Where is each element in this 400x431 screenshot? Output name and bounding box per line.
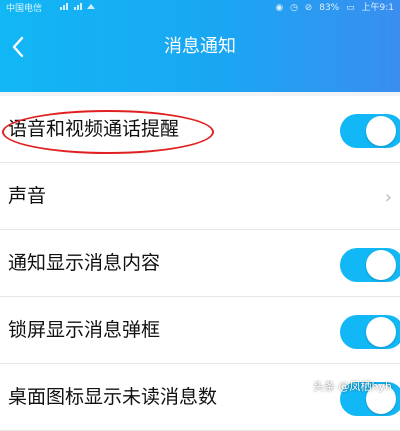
show-content-toggle[interactable]: [340, 248, 400, 282]
carrier-label: 中国电信: [6, 4, 43, 14]
status-bar: 中国电信 ◉ ◷ ⊘ 83% ▭ 上午9:1: [0, 0, 400, 14]
signal-icon: [60, 3, 95, 10]
setting-label: 语音和视频通话提醒: [8, 118, 180, 140]
setting-row-show-content[interactable]: 通知显示消息内容: [0, 230, 400, 297]
toggle-knob: [366, 116, 396, 146]
toggle-knob: [366, 317, 396, 347]
alarm-icon: ◷: [290, 3, 298, 13]
setting-label: 声音: [8, 185, 47, 207]
setting-row-lockscreen-popup[interactable]: 锁屏显示消息弹框: [0, 297, 400, 364]
call-reminder-toggle[interactable]: [340, 114, 400, 148]
clock: 上午9:1: [361, 3, 395, 13]
chevron-right-icon: ›: [384, 187, 392, 208]
setting-label: 通知显示消息内容: [8, 252, 161, 274]
battery-percent: 83%: [319, 3, 340, 13]
eye-icon: ◉: [275, 3, 284, 13]
setting-row-call-reminder[interactable]: 语音和视频通话提醒: [0, 96, 400, 163]
battery-icon: ▭: [346, 3, 355, 13]
watermark: 头条 @凤栖hyh: [313, 380, 392, 393]
setting-row-sound[interactable]: 声音 ›: [0, 163, 400, 230]
lockscreen-popup-toggle[interactable]: [340, 315, 400, 349]
status-right: ◉ ◷ ⊘ 83% ▭ 上午9:1: [271, 0, 394, 13]
setting-row-unread-badge[interactable]: 桌面图标显示未读消息数: [0, 364, 400, 431]
page-title: 消息通知: [164, 36, 236, 57]
setting-label: 桌面图标显示未读消息数: [8, 386, 218, 408]
title-bar: 中国电信 ◉ ◷ ⊘ 83% ▭ 上午9:1 消息通知: [0, 0, 400, 92]
setting-label: 锁屏显示消息弹框: [8, 319, 161, 341]
mute-icon: ⊘: [304, 3, 313, 13]
toggle-knob: [366, 250, 396, 280]
